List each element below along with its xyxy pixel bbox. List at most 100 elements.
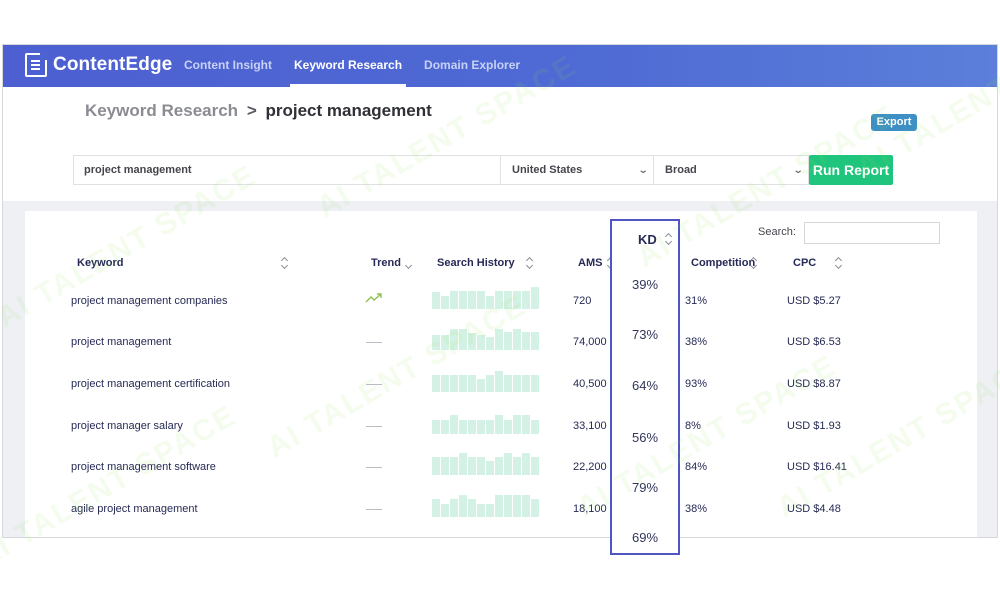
history-bar — [450, 329, 458, 350]
cpc-cell: USD $5.27 — [787, 295, 841, 307]
history-bar — [459, 291, 467, 309]
keyword-cell[interactable]: project management companies — [71, 295, 228, 307]
sort-down-icon[interactable] — [404, 263, 413, 271]
competition-cell: 8% — [685, 420, 701, 432]
history-bar — [531, 457, 539, 475]
sort-icon[interactable] — [525, 256, 534, 270]
column-header-kd[interactable]: KD — [638, 232, 657, 247]
sort-icon[interactable] — [664, 232, 673, 246]
history-bar — [486, 504, 494, 517]
sort-icon[interactable] — [834, 256, 843, 270]
history-bar — [513, 415, 521, 434]
country-select[interactable]: United States ⌄ — [501, 155, 654, 185]
history-bar — [432, 457, 440, 475]
cpc-cell: USD $8.87 — [787, 378, 841, 390]
brand-logo[interactable]: ContentEdge — [25, 52, 173, 77]
export-button[interactable]: Export — [871, 114, 917, 131]
table-row[interactable]: project management certification 40,500 93… — [25, 369, 977, 411]
history-bar — [531, 332, 539, 350]
history-bar — [513, 495, 521, 517]
column-header-search-history[interactable]: Search History — [437, 257, 515, 269]
keyword-cell[interactable]: agile project management — [71, 503, 198, 515]
column-header-trend[interactable]: Trend — [371, 257, 401, 269]
ams-cell: 18,100 — [573, 503, 607, 515]
history-bar — [477, 291, 485, 309]
cpc-cell: USD $1.93 — [787, 420, 841, 432]
column-header-cpc[interactable]: CPC — [793, 257, 816, 269]
nav-content-insight[interactable]: Content Insight — [173, 45, 283, 87]
ams-cell: 40,500 — [573, 378, 607, 390]
breadcrumb-parent[interactable]: Keyword Research — [85, 101, 238, 120]
history-bar — [477, 420, 485, 434]
column-header-ams[interactable]: AMS — [578, 257, 602, 269]
table-row[interactable]: agile project management 18,100 38% USD $4.… — [25, 494, 977, 536]
ams-cell: 33,100 — [573, 420, 607, 432]
table-row[interactable]: project management companies 720 31% USD $5… — [25, 286, 977, 328]
kd-value: 73% — [631, 327, 659, 342]
top-navbar: ContentEdge Content Insight Keyword Rese… — [3, 45, 997, 87]
history-bar — [486, 296, 494, 309]
history-bar — [432, 375, 440, 392]
table-row[interactable]: project management 74,000 38% USD $6.53 — [25, 327, 977, 369]
cpc-cell: USD $6.53 — [787, 336, 841, 348]
history-bar — [495, 495, 503, 517]
search-history-sparkbar — [432, 495, 539, 517]
history-bar — [513, 375, 521, 392]
match-type-select-value: Broad — [665, 164, 697, 176]
match-type-select[interactable]: Broad ⌄ — [654, 155, 809, 185]
sort-icon[interactable] — [280, 256, 289, 270]
nav-keyword-research[interactable]: Keyword Research — [283, 45, 413, 87]
history-bar — [504, 495, 512, 517]
column-header-competition[interactable]: Competition — [691, 257, 755, 269]
keyword-cell[interactable]: project management software — [71, 461, 216, 473]
history-bar — [522, 495, 530, 517]
history-bar — [441, 504, 449, 517]
table-bottom-divider — [3, 537, 998, 538]
keyword-cell[interactable]: project management — [71, 336, 171, 348]
history-bar — [432, 292, 440, 309]
trend-flat-icon — [366, 467, 382, 468]
cpc-cell: USD $4.48 — [787, 503, 841, 515]
history-bar — [477, 379, 485, 392]
history-bar — [441, 375, 449, 392]
history-bar — [513, 291, 521, 309]
keyword-search-form: United States ⌄ Broad ⌄ Run Report — [73, 155, 893, 185]
history-bar — [477, 335, 485, 350]
search-history-sparkbar — [432, 453, 539, 475]
history-bar — [495, 415, 503, 434]
history-bar — [450, 291, 458, 309]
nav-domain-explorer[interactable]: Domain Explorer — [413, 45, 531, 87]
trend-flat-icon — [366, 342, 382, 343]
history-bar — [441, 420, 449, 434]
history-bar — [495, 371, 503, 392]
history-bar — [531, 375, 539, 392]
history-bar — [495, 291, 503, 309]
table-row[interactable]: project manager salary 33,100 8% USD $1.93 — [25, 411, 977, 453]
history-bar — [459, 375, 467, 392]
ams-cell: 720 — [573, 295, 592, 307]
kd-value: 39% — [631, 277, 659, 292]
competition-cell: 93% — [685, 378, 708, 390]
table-search-input[interactable] — [804, 222, 940, 244]
history-bar — [477, 504, 485, 517]
history-bar — [441, 457, 449, 475]
keyword-input[interactable] — [73, 155, 501, 185]
history-bar — [459, 495, 467, 517]
ams-cell: 74,000 — [573, 336, 607, 348]
history-bar — [522, 332, 530, 350]
trend-up-icon — [365, 293, 382, 303]
column-header-keyword[interactable]: Keyword — [77, 257, 123, 269]
history-bar — [468, 333, 476, 350]
sort-icon[interactable] — [749, 256, 758, 270]
history-bar — [504, 291, 512, 309]
history-bar — [522, 415, 530, 434]
table-row[interactable]: project management software 22,200 84% USD … — [25, 452, 977, 494]
search-history-sparkbar — [432, 412, 539, 434]
chevron-down-icon: ⌄ — [792, 164, 804, 176]
trend-flat-icon — [366, 384, 382, 385]
history-bar — [468, 457, 476, 475]
keyword-cell[interactable]: project management certification — [71, 378, 230, 390]
brand-name: ContentEdge — [53, 54, 173, 75]
keyword-cell[interactable]: project manager salary — [71, 420, 183, 432]
run-report-button[interactable]: Run Report — [809, 155, 893, 185]
